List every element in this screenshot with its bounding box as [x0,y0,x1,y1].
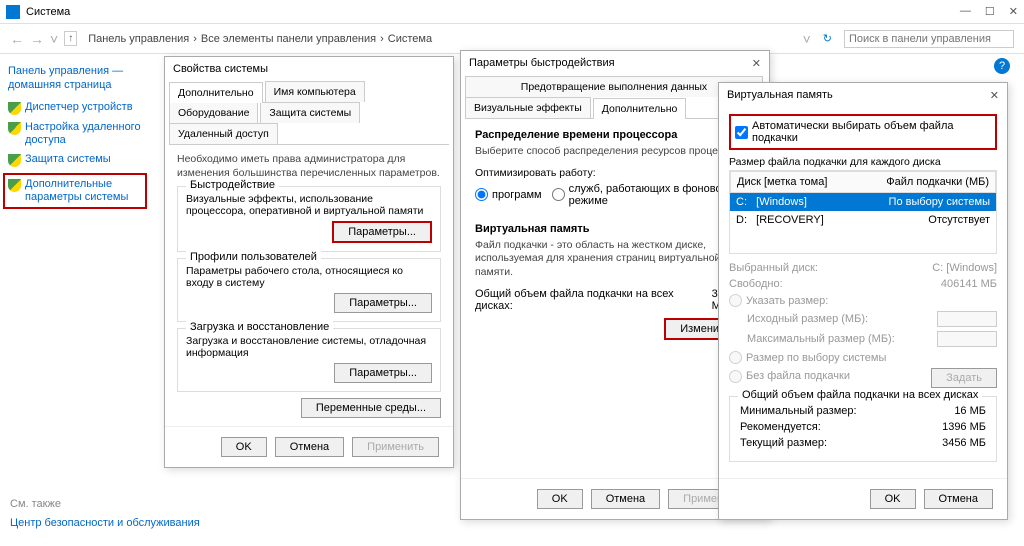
radio-programs[interactable]: программ [475,183,542,207]
shield-icon [8,102,21,115]
sidebar-item-device-manager[interactable]: Диспетчер устройств [8,101,142,115]
cancel-button[interactable]: Отмена [591,489,660,509]
startup-settings-button[interactable]: Параметры... [334,363,432,383]
crumb-dropdown[interactable]: ˅ [803,31,811,47]
titlebar: Система — ☐ ✕ [0,0,1024,24]
sidebar-item-advanced[interactable]: Дополнительные параметры системы [3,173,147,209]
breadcrumb[interactable]: Панель управления› Все элементы панели у… [83,30,796,48]
dialog-titlebar: Виртуальная память ✕ [719,83,1007,108]
window-title: Система [26,6,960,18]
history-dropdown[interactable]: ˅ [50,31,58,47]
dialog-virtual-memory: Виртуальная память ✕ Автоматически выбир… [718,82,1008,520]
crumb-0[interactable]: Панель управления [88,33,189,45]
see-also: См. также Центр безопасности и обслужива… [10,498,200,530]
forward-button[interactable]: → [30,31,44,47]
drive-list[interactable]: Диск [метка тома] Файл подкачки (МБ) C: … [729,170,997,254]
ok-button[interactable]: OK [221,437,267,457]
radio-custom-size[interactable]: Указать размер: [729,294,997,307]
sidebar-item-remote[interactable]: Настройка удаленного доступа [8,121,142,147]
control-panel-home[interactable]: Панель управления — домашняя страница [8,64,142,93]
rec-size: 1396 МБ [942,421,986,433]
group-summary: Общий объем файла подкачки на всех диска… [729,396,997,462]
ok-button[interactable]: OK [537,489,583,509]
group-performance: Быстродействие Визуальные эффекты, испол… [177,186,441,252]
section-vm: Виртуальная память Файл подкачки - это о… [475,223,755,340]
shield-icon [8,154,21,167]
tab-hardware[interactable]: Оборудование [169,102,258,123]
sidebar-item-label: Диспетчер устройств [25,101,133,114]
tab-protection[interactable]: Защита системы [260,102,360,123]
crumb-1[interactable]: Все элементы панели управления [201,33,376,45]
group-profiles: Профили пользователей Параметры рабочего… [177,258,441,322]
search-input[interactable] [844,30,1014,48]
min-size: 16 МБ [954,405,986,417]
radio-no-paging[interactable]: Без файла подкачки [729,370,850,383]
cancel-button[interactable]: Отмена [924,489,993,509]
free-space: 406141 МБ [941,278,997,290]
selected-drive: C: [Windows] [932,262,997,274]
tab-advanced[interactable]: Дополнительно [593,98,687,119]
up-button[interactable]: ↑ [64,31,77,46]
tab-computer-name[interactable]: Имя компьютера [265,81,365,102]
close-icon[interactable]: ✕ [752,57,761,70]
auto-manage-checkbox[interactable]: Автоматически выбирать объем файла подка… [729,114,997,150]
cancel-button[interactable]: Отмена [275,437,344,457]
system-icon [6,5,20,19]
see-also-link[interactable]: Центр безопасности и обслуживания [10,516,200,530]
minimize-button[interactable]: — [960,5,971,18]
sidebar-item-label: Дополнительные параметры системы [25,178,142,204]
crumb-2[interactable]: Система [388,33,432,45]
dialog-title: Параметры быстродействия [469,57,615,70]
radio-system-managed[interactable]: Размер по выбору системы [729,351,997,364]
tab-remote[interactable]: Удаленный доступ [169,123,278,144]
initial-size-input[interactable] [937,311,997,327]
drive-row-d[interactable]: D: [RECOVERY] Отсутствует [730,211,996,229]
section-cpu: Распределение времени процессора Выберит… [475,129,755,211]
profiles-settings-button[interactable]: Параметры... [334,293,432,313]
sidebar-item-label: Настройка удаленного доступа [25,121,142,147]
max-size-input[interactable] [937,331,997,347]
tab-advanced[interactable]: Дополнительно [169,82,263,103]
refresh-button[interactable]: ↻ [817,32,838,45]
help-icon[interactable]: ? [994,58,1010,74]
env-vars-button[interactable]: Переменные среды... [301,398,441,418]
sidebar: Панель управления — домашняя страница Ди… [0,54,150,546]
sidebar-item-label: Защита системы [25,153,111,166]
maximize-button[interactable]: ☐ [985,5,995,18]
group-startup: Загрузка и восстановление Загрузка и вос… [177,328,441,392]
shield-icon [8,122,21,135]
dialog-title: Свойства системы [173,63,268,75]
sidebar-item-protection[interactable]: Защита системы [8,153,142,167]
dialog-titlebar: Параметры быстродействия ✕ [461,51,769,76]
close-icon[interactable]: ✕ [990,89,999,102]
dialog-title: Виртуальная память [727,89,833,102]
admin-note: Необходимо иметь права администратора дл… [177,153,441,180]
back-button[interactable]: ← [10,31,24,47]
cur-size: 3456 МБ [942,437,986,449]
drive-row-c[interactable]: C: [Windows] По выбору системы [730,193,996,211]
apply-button[interactable]: Применить [352,437,439,457]
close-button[interactable]: ✕ [1009,5,1018,18]
tabs: Имя компьютера Оборудование Дополнительн… [169,81,449,145]
tab-visual[interactable]: Визуальные эффекты [465,97,591,118]
shield-icon [8,179,21,192]
dialog-titlebar: Свойства системы [165,57,453,81]
dialog-system-properties: Свойства системы Имя компьютера Оборудов… [164,56,454,468]
see-also-header: См. также [10,498,200,510]
ok-button[interactable]: OK [870,489,916,509]
performance-settings-button[interactable]: Параметры... [332,221,432,243]
set-button[interactable]: Задать [931,368,997,388]
